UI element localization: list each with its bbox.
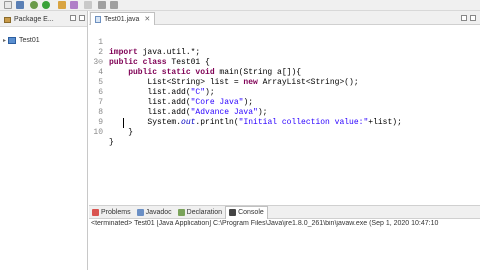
tab-problems-label: Problems bbox=[101, 208, 131, 216]
code-editor[interactable]: 1 import java.util.*; 2 public class Tes… bbox=[89, 26, 480, 204]
tab-declaration-label: Declaration bbox=[186, 208, 223, 216]
tab-console[interactable]: Console bbox=[225, 205, 268, 219]
console-output[interactable] bbox=[89, 231, 480, 270]
code-line: 7 list.add("Advance Java"); bbox=[89, 88, 480, 117]
tree-item-test01[interactable]: ▸ Test01 bbox=[3, 37, 40, 44]
bottom-panel-tabbar: Problems Javadoc Declaration Console bbox=[89, 205, 480, 219]
tab-package-explorer[interactable]: Package E... bbox=[1, 13, 57, 26]
code-line: 8 System.out.println("Initial collection… bbox=[89, 98, 480, 127]
minimize-icon[interactable] bbox=[70, 15, 76, 21]
search-icon[interactable] bbox=[58, 1, 66, 9]
code-line: 1 import java.util.*; bbox=[89, 28, 480, 57]
tab-test01-java[interactable]: Test01.java ✕ bbox=[90, 12, 156, 25]
java-file-icon bbox=[95, 15, 101, 23]
editor-tabbar: Test01.java ✕ bbox=[89, 11, 480, 25]
declaration-icon bbox=[177, 208, 185, 216]
close-icon[interactable]: ✕ bbox=[144, 15, 150, 23]
package-explorer-icon bbox=[4, 16, 11, 23]
editor-tab-label: Test01.java bbox=[104, 15, 140, 23]
line-number: 10 bbox=[93, 128, 103, 137]
new-icon[interactable] bbox=[4, 1, 12, 9]
code-line: 4 List<String> list = new ArrayList<Stri… bbox=[89, 58, 480, 87]
console-icon bbox=[229, 209, 237, 216]
package-explorer-controls bbox=[70, 15, 85, 21]
console-status-line: <terminated> Test01 [Java Application] C… bbox=[91, 220, 439, 227]
code-line: 10 } bbox=[89, 118, 480, 147]
editor-controls bbox=[461, 15, 476, 21]
package-explorer-panel: Package E... ▸ Test01 bbox=[0, 11, 88, 270]
javadoc-icon bbox=[136, 208, 144, 216]
refactor-icon[interactable] bbox=[70, 1, 78, 9]
navigate-icon[interactable] bbox=[84, 1, 92, 9]
debug-icon[interactable] bbox=[30, 1, 38, 9]
problems-icon bbox=[92, 208, 99, 216]
code-line: 9 } bbox=[89, 108, 480, 137]
tab-declaration[interactable]: Declaration bbox=[175, 206, 225, 219]
package-explorer-tab-label: Package E... bbox=[14, 16, 54, 23]
tab-console-label: Console bbox=[238, 209, 264, 216]
package-explorer-tabbar: Package E... bbox=[0, 11, 87, 27]
back-icon[interactable] bbox=[98, 1, 106, 9]
tab-javadoc[interactable]: Javadoc bbox=[134, 206, 175, 219]
main-toolbar bbox=[0, 0, 480, 11]
code-line: 5 list.add("C"); bbox=[89, 68, 480, 97]
tree-item-label: Test01 bbox=[19, 37, 40, 44]
forward-icon[interactable] bbox=[110, 1, 118, 9]
tab-problems[interactable]: Problems bbox=[89, 206, 134, 219]
editor-minimize-icon[interactable] bbox=[461, 15, 467, 21]
editor-maximize-icon[interactable] bbox=[470, 15, 476, 21]
run-icon[interactable] bbox=[42, 1, 50, 9]
tab-javadoc-label: Javadoc bbox=[145, 208, 172, 216]
maximize-icon[interactable] bbox=[79, 15, 85, 21]
java-project-icon bbox=[8, 37, 17, 44]
expand-icon[interactable]: ▸ bbox=[3, 37, 6, 44]
code-text: } bbox=[109, 128, 134, 137]
text-caret bbox=[123, 118, 124, 128]
code-line: 6 list.add("Core Java"); bbox=[89, 78, 480, 107]
code-text: } bbox=[109, 138, 114, 147]
save-icon[interactable] bbox=[16, 1, 24, 9]
code-line: 2 public class Test01 { bbox=[89, 38, 480, 67]
code-line: 3⊖ public static void main(String a[]){ bbox=[89, 48, 480, 77]
